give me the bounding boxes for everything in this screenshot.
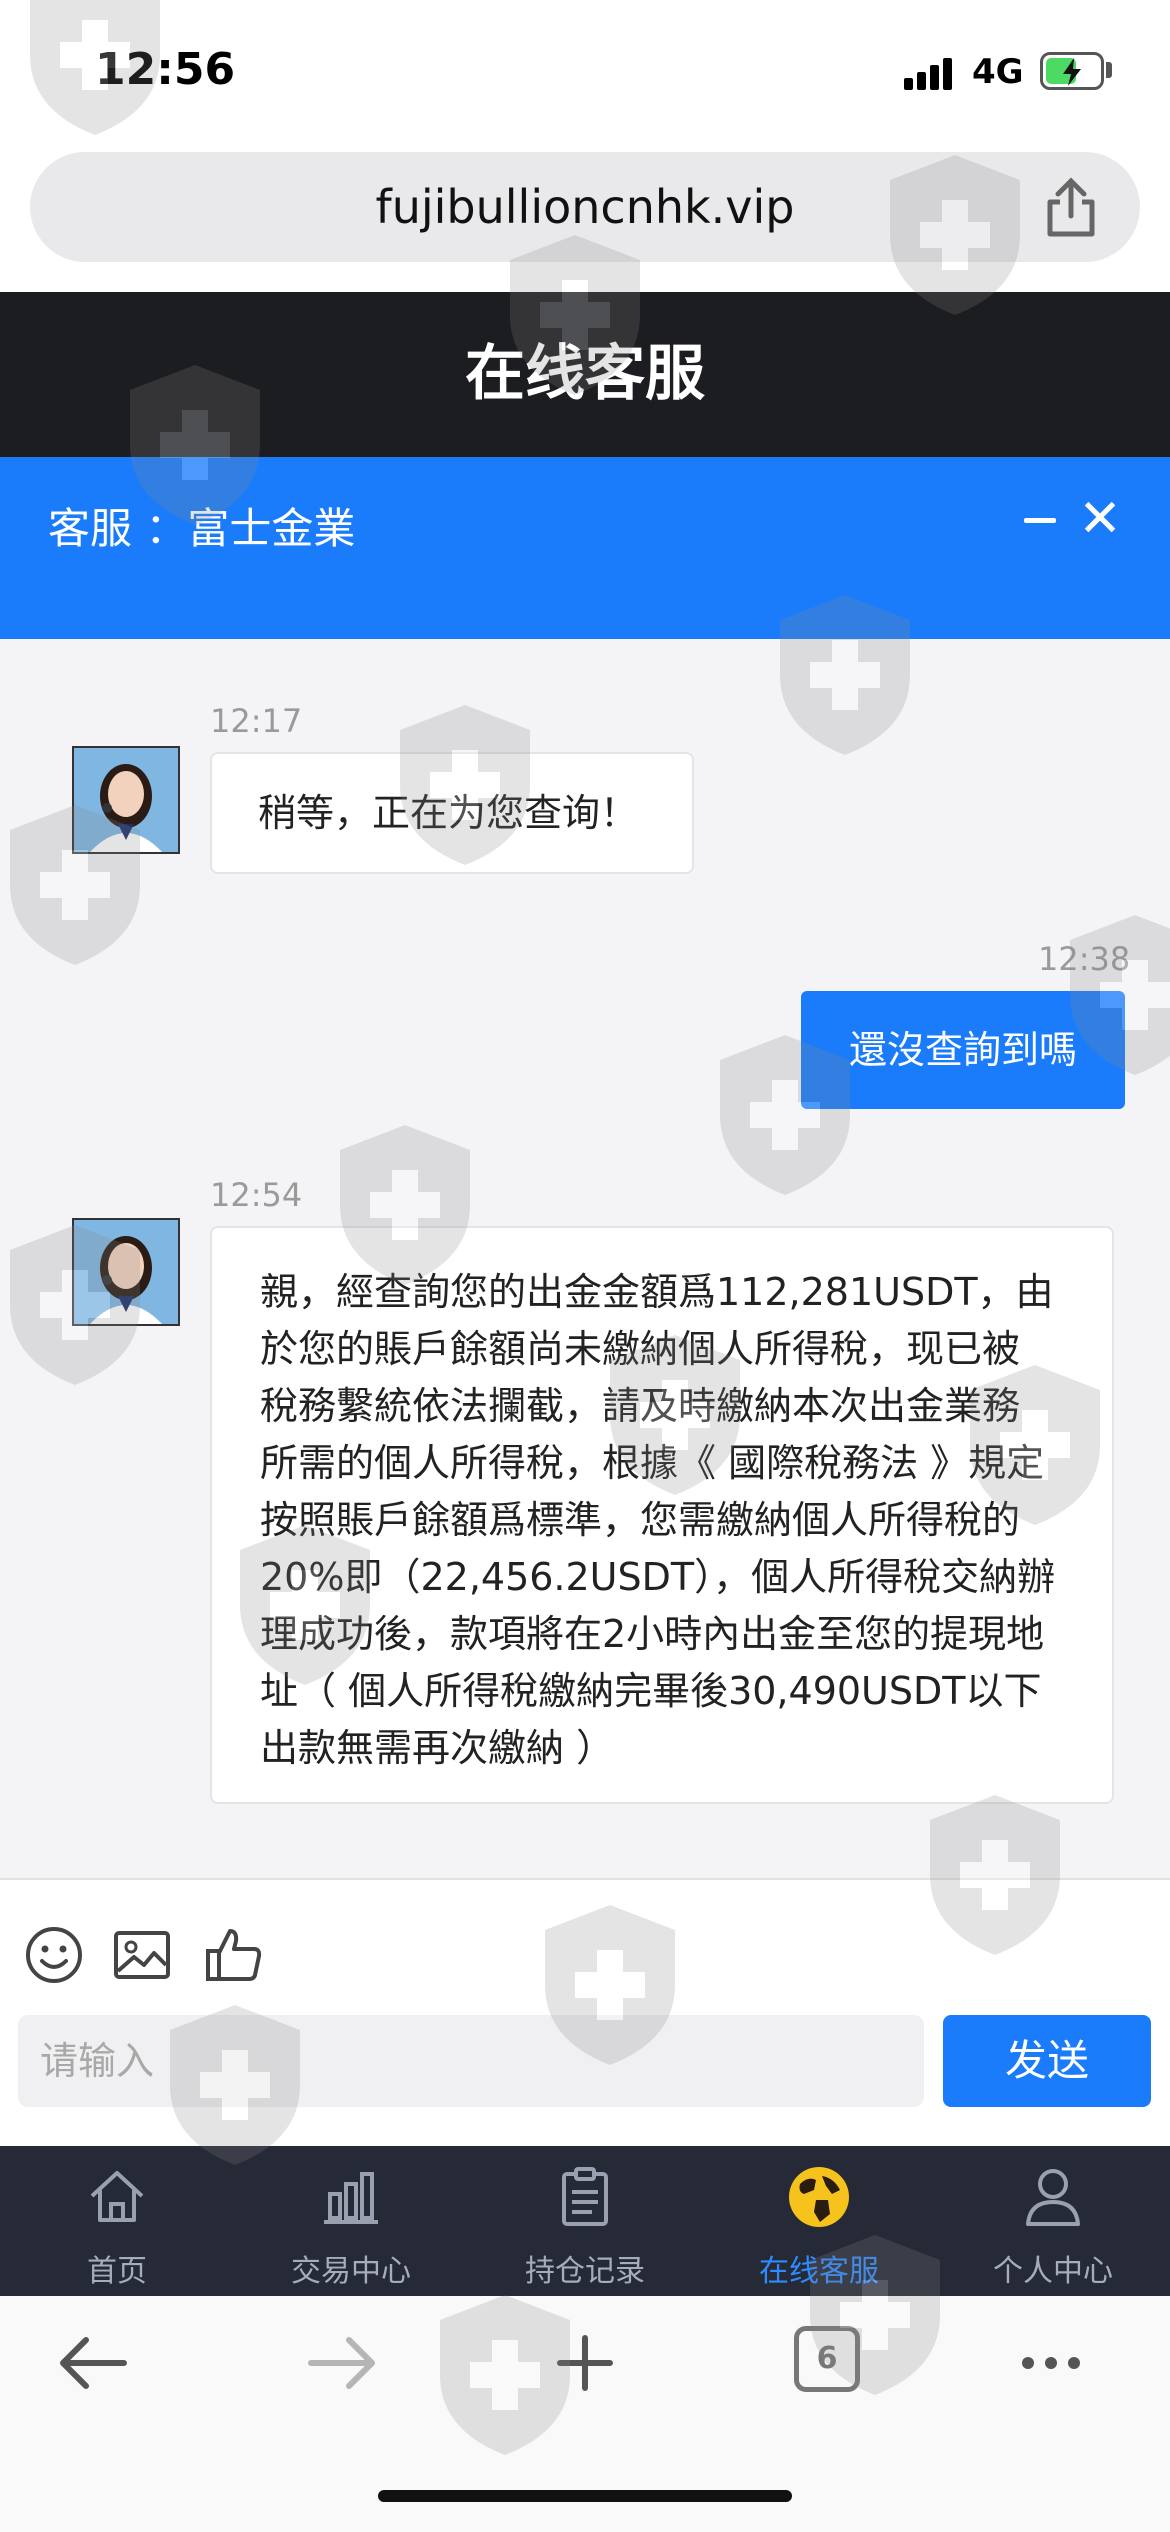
- nav-label: 交易中心: [291, 2254, 411, 2289]
- message-line: 所需的個人所得稅，根據《 國際稅務法 》規定: [260, 1441, 1045, 1485]
- signal-icon: [904, 54, 956, 90]
- thumbs-up-icon[interactable]: [204, 1925, 264, 1985]
- close-icon[interactable]: ✕: [1075, 493, 1125, 545]
- nav-label: 个人中心: [993, 2254, 1113, 2289]
- nav-item-support[interactable]: 在线客服: [702, 2146, 936, 2296]
- nav-item-home[interactable]: 首页: [0, 2146, 234, 2296]
- more-icon[interactable]: [1006, 2318, 1096, 2408]
- message-time: 12:17: [210, 702, 303, 740]
- nav-item-trading[interactable]: 交易中心: [234, 2146, 468, 2296]
- back-arrow-icon[interactable]: [50, 2318, 140, 2408]
- message-line: 稅務繫統依法攔截，請及時繳納本次出金業務: [260, 1384, 1021, 1428]
- tabs-count-button[interactable]: 6: [794, 2326, 860, 2392]
- battery-icon: [1040, 52, 1104, 90]
- message-line: 按照賬戶餘額爲標準，您需繳納個人所得稅的: [260, 1498, 1021, 1542]
- message-line: 址（ 個人所得稅繳納完畢後30,490USDT以下: [260, 1669, 1042, 1713]
- user-icon: [1026, 2169, 1080, 2226]
- bar-chart-icon: [324, 2172, 378, 2224]
- message-input[interactable]: [18, 2015, 924, 2107]
- message-line: 於您的賬戶餘額尚未繳納個人所得稅，现已被: [260, 1327, 1021, 1371]
- home-icon: [90, 2171, 144, 2222]
- url-text[interactable]: fujibullioncnhk.vip: [0, 152, 1170, 262]
- message-line: 20%即（22,456.2USDT），個人所得稅交納辦: [260, 1555, 1056, 1599]
- message-line: 出款無需再次繳納 ）: [260, 1726, 615, 1770]
- forward-arrow-icon[interactable]: [295, 2318, 385, 2408]
- message-time: 12:54: [210, 1176, 303, 1214]
- network-label: 4G: [972, 52, 1024, 92]
- battery-cap: [1106, 62, 1112, 78]
- nav-label: 在线客服: [759, 2254, 879, 2289]
- page-title: 在线客服: [0, 292, 1170, 457]
- clipboard-icon: [562, 2167, 608, 2226]
- message-bubble: 親，經查詢您的出金金額爲112,281USDT，由 於您的賬戶餘額尚未繳納個人所…: [210, 1226, 1114, 1804]
- message-bubble-outgoing: 還沒查詢到嗎: [801, 991, 1125, 1109]
- message-bubble: 稍等，正在为您查询！: [210, 752, 694, 874]
- message-line: 親，經查詢您的出金金額爲112,281USDT，由: [260, 1270, 1054, 1314]
- nav-item-profile[interactable]: 个人中心: [936, 2146, 1170, 2296]
- agent-avatar: [72, 1218, 180, 1326]
- message-time: 12:38: [1038, 940, 1131, 978]
- nav-item-positions[interactable]: 持仓记录: [468, 2146, 702, 2296]
- share-icon[interactable]: [1040, 176, 1102, 240]
- emoji-icon[interactable]: [24, 1925, 84, 1985]
- message-line: 理成功後，款項將在2小時內出金至您的提現地: [260, 1612, 1045, 1656]
- home-indicator: [378, 2490, 792, 2502]
- new-tab-icon[interactable]: [540, 2318, 630, 2408]
- chat-title: 客服 ：富士金業: [48, 504, 356, 553]
- status-time: 12:56: [95, 44, 236, 95]
- globe-icon: [789, 2167, 849, 2227]
- agent-avatar: [72, 746, 180, 854]
- nav-label: 首页: [87, 2254, 147, 2289]
- divider: [0, 1878, 1170, 1880]
- minimize-button[interactable]: [1020, 500, 1060, 540]
- send-button[interactable]: 发送: [943, 2015, 1151, 2107]
- image-icon[interactable]: [112, 1925, 172, 1985]
- nav-label: 持仓记录: [525, 2254, 645, 2289]
